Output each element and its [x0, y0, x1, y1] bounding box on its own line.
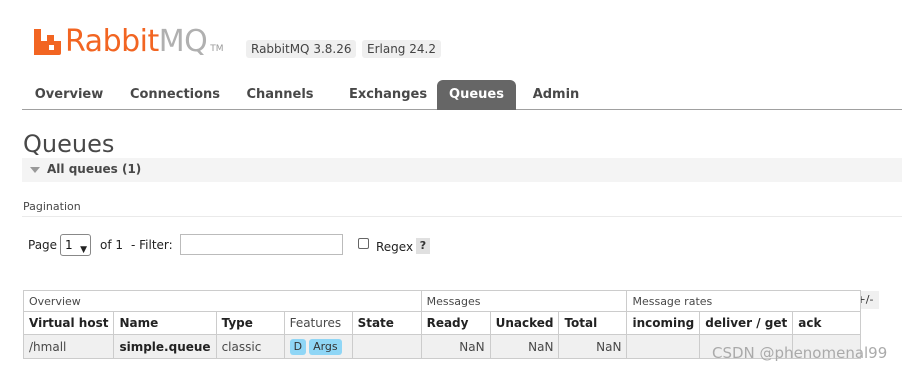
col-ack[interactable]: ack — [792, 311, 862, 335]
cell-type: classic — [215, 334, 285, 359]
regex-label: Regex — [376, 240, 414, 254]
cell-virtual-host: /hmall — [22, 334, 115, 359]
regex-checkbox[interactable] — [358, 238, 369, 249]
page-of-label: of 1 — [100, 238, 124, 252]
col-type[interactable]: Type — [215, 311, 285, 335]
tab-connections[interactable]: Connections — [122, 80, 228, 110]
rabbit-logo-icon — [34, 29, 61, 55]
cell-total: NaN — [558, 334, 628, 359]
all-queues-section-header[interactable]: All queues (1) — [22, 158, 902, 182]
col-features: Features — [283, 311, 353, 335]
cell-incoming — [626, 334, 701, 359]
col-unacked[interactable]: Unacked — [489, 311, 560, 335]
col-total[interactable]: Total — [558, 311, 628, 335]
tab-queues[interactable]: Queues — [437, 80, 516, 110]
tab-channels[interactable]: Channels — [240, 80, 320, 110]
tab-overview[interactable]: Overview — [24, 80, 114, 110]
logo-text-rabbit: Rabbit — [65, 24, 159, 59]
tab-admin[interactable]: Admin — [524, 80, 588, 110]
col-name[interactable]: Name — [113, 311, 217, 335]
tab-exchanges[interactable]: Exchanges — [335, 80, 441, 110]
pagination-heading: Pagination — [23, 200, 81, 213]
cell-state — [351, 334, 422, 359]
filter-input[interactable] — [180, 234, 343, 255]
col-incoming[interactable]: incoming — [626, 311, 701, 335]
col-ready[interactable]: Ready — [420, 311, 491, 335]
cell-features: D Args — [283, 334, 353, 359]
main-nav: Overview Connections Channels Exchanges … — [22, 80, 902, 110]
all-queues-label: All queues (1) — [47, 162, 142, 176]
cell-ready: NaN — [420, 334, 491, 359]
pagination-divider — [22, 216, 902, 217]
filter-label: - Filter: — [131, 238, 173, 252]
group-message-rates: Message rates — [626, 290, 862, 312]
table-column-header-row: Virtual host Name Type Features State Re… — [22, 311, 862, 335]
table-group-header-row: Overview Messages Message rates — [23, 290, 862, 312]
page-select-value: 1 — [65, 238, 73, 252]
rabbitmq-version-badge: RabbitMQ 3.8.26 — [246, 40, 357, 58]
group-overview: Overview — [23, 290, 422, 312]
group-messages: Messages — [420, 290, 628, 312]
page-select[interactable]: 1 ▼ — [60, 234, 91, 256]
csdn-watermark: CSDN @phenomenal99 — [712, 344, 888, 362]
chevron-down-icon: ▼ — [80, 245, 87, 255]
erlang-version-badge: Erlang 24.2 — [362, 40, 441, 58]
collapse-triangle-icon — [30, 167, 40, 173]
cell-unacked: NaN — [489, 334, 560, 359]
col-deliver-get[interactable]: deliver / get — [699, 311, 794, 335]
logo-text-mq: MQ — [158, 24, 208, 59]
col-state[interactable]: State — [351, 311, 422, 335]
page-label: Page — [28, 238, 58, 252]
feature-args-tag[interactable]: Args — [309, 338, 342, 355]
feature-durable-tag: D — [289, 338, 307, 355]
queue-name-link[interactable]: simple.queue — [113, 334, 217, 359]
rabbitmq-logo: Rabbit MQ TM — [34, 22, 224, 58]
col-virtual-host[interactable]: Virtual host — [22, 311, 115, 335]
regex-help-button[interactable]: ? — [416, 238, 430, 254]
page-title: Queues — [23, 130, 115, 158]
logo-trademark: TM — [210, 44, 224, 54]
